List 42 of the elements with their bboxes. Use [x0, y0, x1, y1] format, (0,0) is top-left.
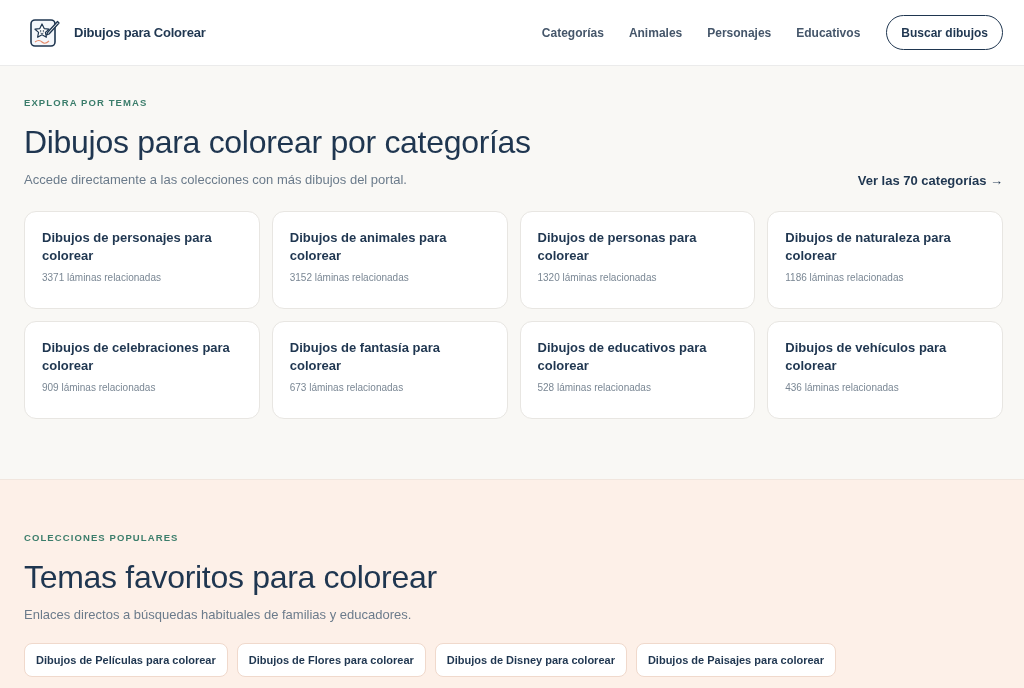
section-heading: Temas favoritos para colorear [24, 558, 438, 597]
category-card[interactable]: Dibujos de vehículos para colorear 436 láminas relacionadas [767, 321, 1003, 419]
card-count: 436 láminas relacionadas [785, 381, 900, 394]
star-pencil-logo-icon[interactable] [30, 17, 60, 48]
card-title: Dibujos de naturaleza para colorear [785, 229, 952, 265]
card-count: 1186 láminas relacionadas [785, 271, 905, 284]
category-card[interactable]: Dibujos de educativos para colorear 528 láminas relacionadas [519, 321, 756, 419]
nav-link[interactable]: Educativos [796, 25, 861, 40]
card-count: 673 láminas relacionadas [289, 381, 405, 394]
search-button[interactable]: Buscar dibujos [886, 15, 1003, 50]
section-heading: Dibujos para colorear por categorías [24, 123, 532, 162]
nav-link[interactable]: Animales [628, 25, 683, 40]
all-categories-link[interactable]: Ver las 70 categorías → [857, 172, 1003, 188]
section-eyebrow: EXPLORA POR TEMAS [24, 97, 149, 109]
card-count: 528 láminas relacionadas [537, 381, 652, 394]
card-title: Dibujos de personas para colorear [537, 229, 698, 265]
card-title: Dibujos de celebraciones para colorear [42, 339, 231, 375]
card-count: 1320 láminas relacionadas [537, 271, 658, 284]
card-count: 909 láminas relacionadas [42, 381, 157, 394]
card-count: 3371 láminas relacionadas [42, 271, 162, 284]
topic-link[interactable]: Dibujos de Disney para colorear [434, 643, 627, 677]
card-title: Dibujos de educativos para colorear [537, 339, 708, 375]
section-eyebrow: COLECCIONES POPULARES [24, 532, 180, 544]
card-title: Dibujos de animales para colorear [289, 229, 448, 265]
category-card[interactable]: Dibujos de personajes para colorear 3371 láminas relacionadas [24, 211, 260, 309]
card-title: Dibujos de fantasía para colorear [289, 339, 441, 375]
section-description: Enlaces directos a búsquedas habituales de familias y educadores. [24, 606, 412, 624]
category-card[interactable]: Dibujos de naturaleza para colorear 1186 láminas relacionadas [767, 211, 1003, 309]
category-card[interactable]: Dibujos de fantasía para colorear 673 láminas relacionadas [271, 321, 508, 419]
topic-link[interactable]: Dibujos de Películas para colorear [24, 643, 228, 677]
card-count: 3152 láminas relacionadas [289, 271, 410, 284]
nav-link[interactable]: Categorías [541, 25, 604, 40]
topic-link[interactable]: Dibujos de Paisajes para colorear [635, 643, 836, 677]
section-description: Accede directamente a las colecciones con más dibujos del portal. [24, 171, 407, 189]
site-title-link[interactable]: Dibujos para Colorear [74, 25, 206, 40]
category-card[interactable]: Dibujos de celebraciones para colorear 909 láminas relacionadas [24, 321, 260, 419]
category-card[interactable]: Dibujos de personas para colorear 1320 láminas relacionadas [519, 211, 756, 309]
card-title: Dibujos de vehículos para colorear [785, 339, 948, 375]
nav-link[interactable]: Personajes [707, 25, 772, 40]
card-title: Dibujos de personajes para colorear [42, 229, 213, 265]
category-card[interactable]: Dibujos de animales para colorear 3152 láminas relacionadas [271, 211, 508, 309]
topic-link[interactable]: Dibujos de Flores para colorear [236, 643, 426, 677]
